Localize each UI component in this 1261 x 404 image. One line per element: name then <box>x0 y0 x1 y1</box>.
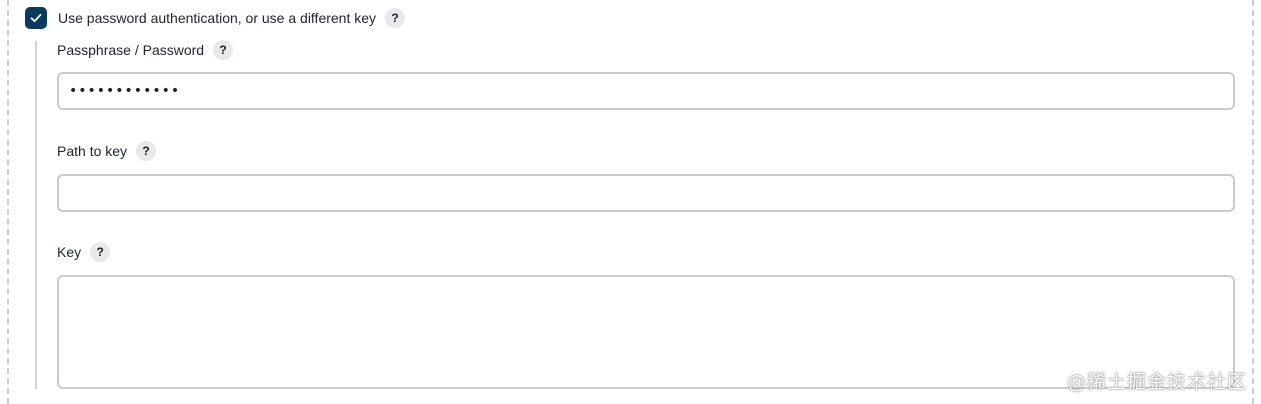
key-label: Key <box>57 244 82 260</box>
nested-section-line <box>35 41 37 389</box>
passphrase-input[interactable] <box>57 72 1235 110</box>
help-icon[interactable]: ? <box>90 242 111 262</box>
watermark: @稀土掘金技术社区 <box>1066 371 1247 393</box>
passphrase-label-row: Passphrase / Password ? <box>57 40 234 60</box>
key-textarea[interactable] <box>57 275 1235 389</box>
password-auth-row: Use password authentication, or use a di… <box>25 7 406 29</box>
path-to-key-input[interactable] <box>57 174 1235 212</box>
key-label-row: Key ? <box>57 242 111 262</box>
help-icon[interactable]: ? <box>385 8 406 28</box>
help-icon[interactable]: ? <box>136 141 157 161</box>
password-auth-label: Use password authentication, or use a di… <box>58 10 377 26</box>
section-border-left <box>7 0 9 404</box>
passphrase-label: Passphrase / Password <box>57 42 205 58</box>
path-to-key-label: Path to key <box>57 143 128 159</box>
section-border-right <box>1252 0 1254 404</box>
password-auth-checkbox[interactable] <box>25 7 47 29</box>
checkmark-icon <box>30 13 42 23</box>
help-icon[interactable]: ? <box>213 40 234 60</box>
path-to-key-label-row: Path to key ? <box>57 141 157 161</box>
